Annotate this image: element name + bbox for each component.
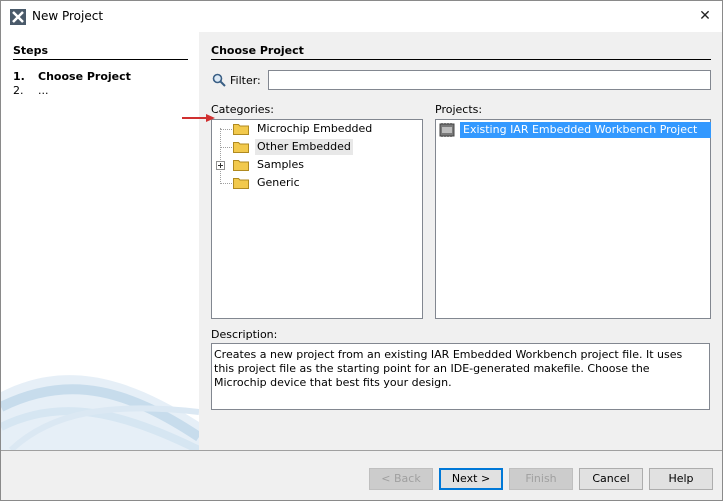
step-label: ...	[38, 84, 49, 97]
main-panel: Choose Project Filter: Categories: Proje…	[200, 32, 722, 450]
projects-label: Projects:	[435, 103, 483, 116]
chip-icon	[439, 123, 455, 137]
category-label: Other Embedded	[255, 139, 353, 155]
steps-divider	[13, 59, 188, 60]
category-label: Microchip Embedded	[257, 122, 373, 135]
red-arrow-annotation-icon	[182, 114, 215, 122]
project-label: Existing IAR Embedded Workbench Project	[460, 122, 711, 138]
folder-icon	[233, 178, 249, 189]
step-item-1: 1. Choose Project	[13, 70, 131, 83]
project-item-existing-iar[interactable]: Existing IAR Embedded Workbench Project	[438, 122, 711, 138]
projects-list[interactable]: Existing IAR Embedded Workbench Project	[435, 119, 711, 319]
new-project-dialog: New Project ✕ Steps 1. Choose Project 2..…	[0, 0, 723, 501]
back-button[interactable]: < Back	[369, 468, 433, 490]
help-button[interactable]: Help	[649, 468, 713, 490]
title-divider	[211, 59, 711, 60]
category-item-other-embedded[interactable]: Other Embedded	[212, 139, 412, 155]
steps-panel: Steps 1. Choose Project 2....	[1, 32, 199, 450]
button-bar: < Back Next > Finish Cancel Help	[1, 451, 722, 500]
steps-title: Steps	[13, 44, 49, 57]
category-item-generic[interactable]: Generic	[212, 175, 412, 191]
description-text: Creates a new project from an existing I…	[214, 348, 683, 389]
page-title: Choose Project	[211, 44, 304, 57]
finish-button[interactable]: Finish	[509, 468, 573, 490]
step-item-2: 2....	[13, 84, 49, 97]
category-label: Generic	[257, 176, 300, 189]
step-number: 2.	[13, 84, 24, 97]
filter-input[interactable]	[268, 70, 711, 90]
step-label: Choose Project	[38, 70, 131, 83]
title-bar: New Project ✕	[1, 1, 722, 32]
description-label: Description:	[211, 328, 278, 341]
expand-icon[interactable]	[216, 161, 225, 170]
categories-label: Categories:	[211, 103, 274, 116]
description-box: Creates a new project from an existing I…	[211, 343, 710, 410]
category-item-microchip-embedded[interactable]: Microchip Embedded	[212, 121, 412, 137]
folder-icon	[233, 142, 249, 153]
window-title: New Project	[32, 9, 104, 23]
next-button[interactable]: Next >	[439, 468, 503, 490]
category-item-samples[interactable]: Samples	[212, 157, 412, 173]
folder-icon	[233, 124, 249, 135]
folder-icon	[233, 160, 249, 171]
close-button[interactable]: ✕	[692, 4, 718, 28]
category-label: Samples	[257, 158, 304, 171]
app-logo-icon	[10, 9, 26, 25]
filter-label: Filter:	[230, 74, 261, 87]
search-icon	[212, 73, 226, 87]
categories-tree[interactable]: Microchip Embedded Other Embedded Sample…	[211, 119, 423, 319]
step-number: 1.	[13, 70, 25, 83]
cancel-button[interactable]: Cancel	[579, 468, 643, 490]
decorative-swoosh-graphic	[1, 375, 199, 450]
